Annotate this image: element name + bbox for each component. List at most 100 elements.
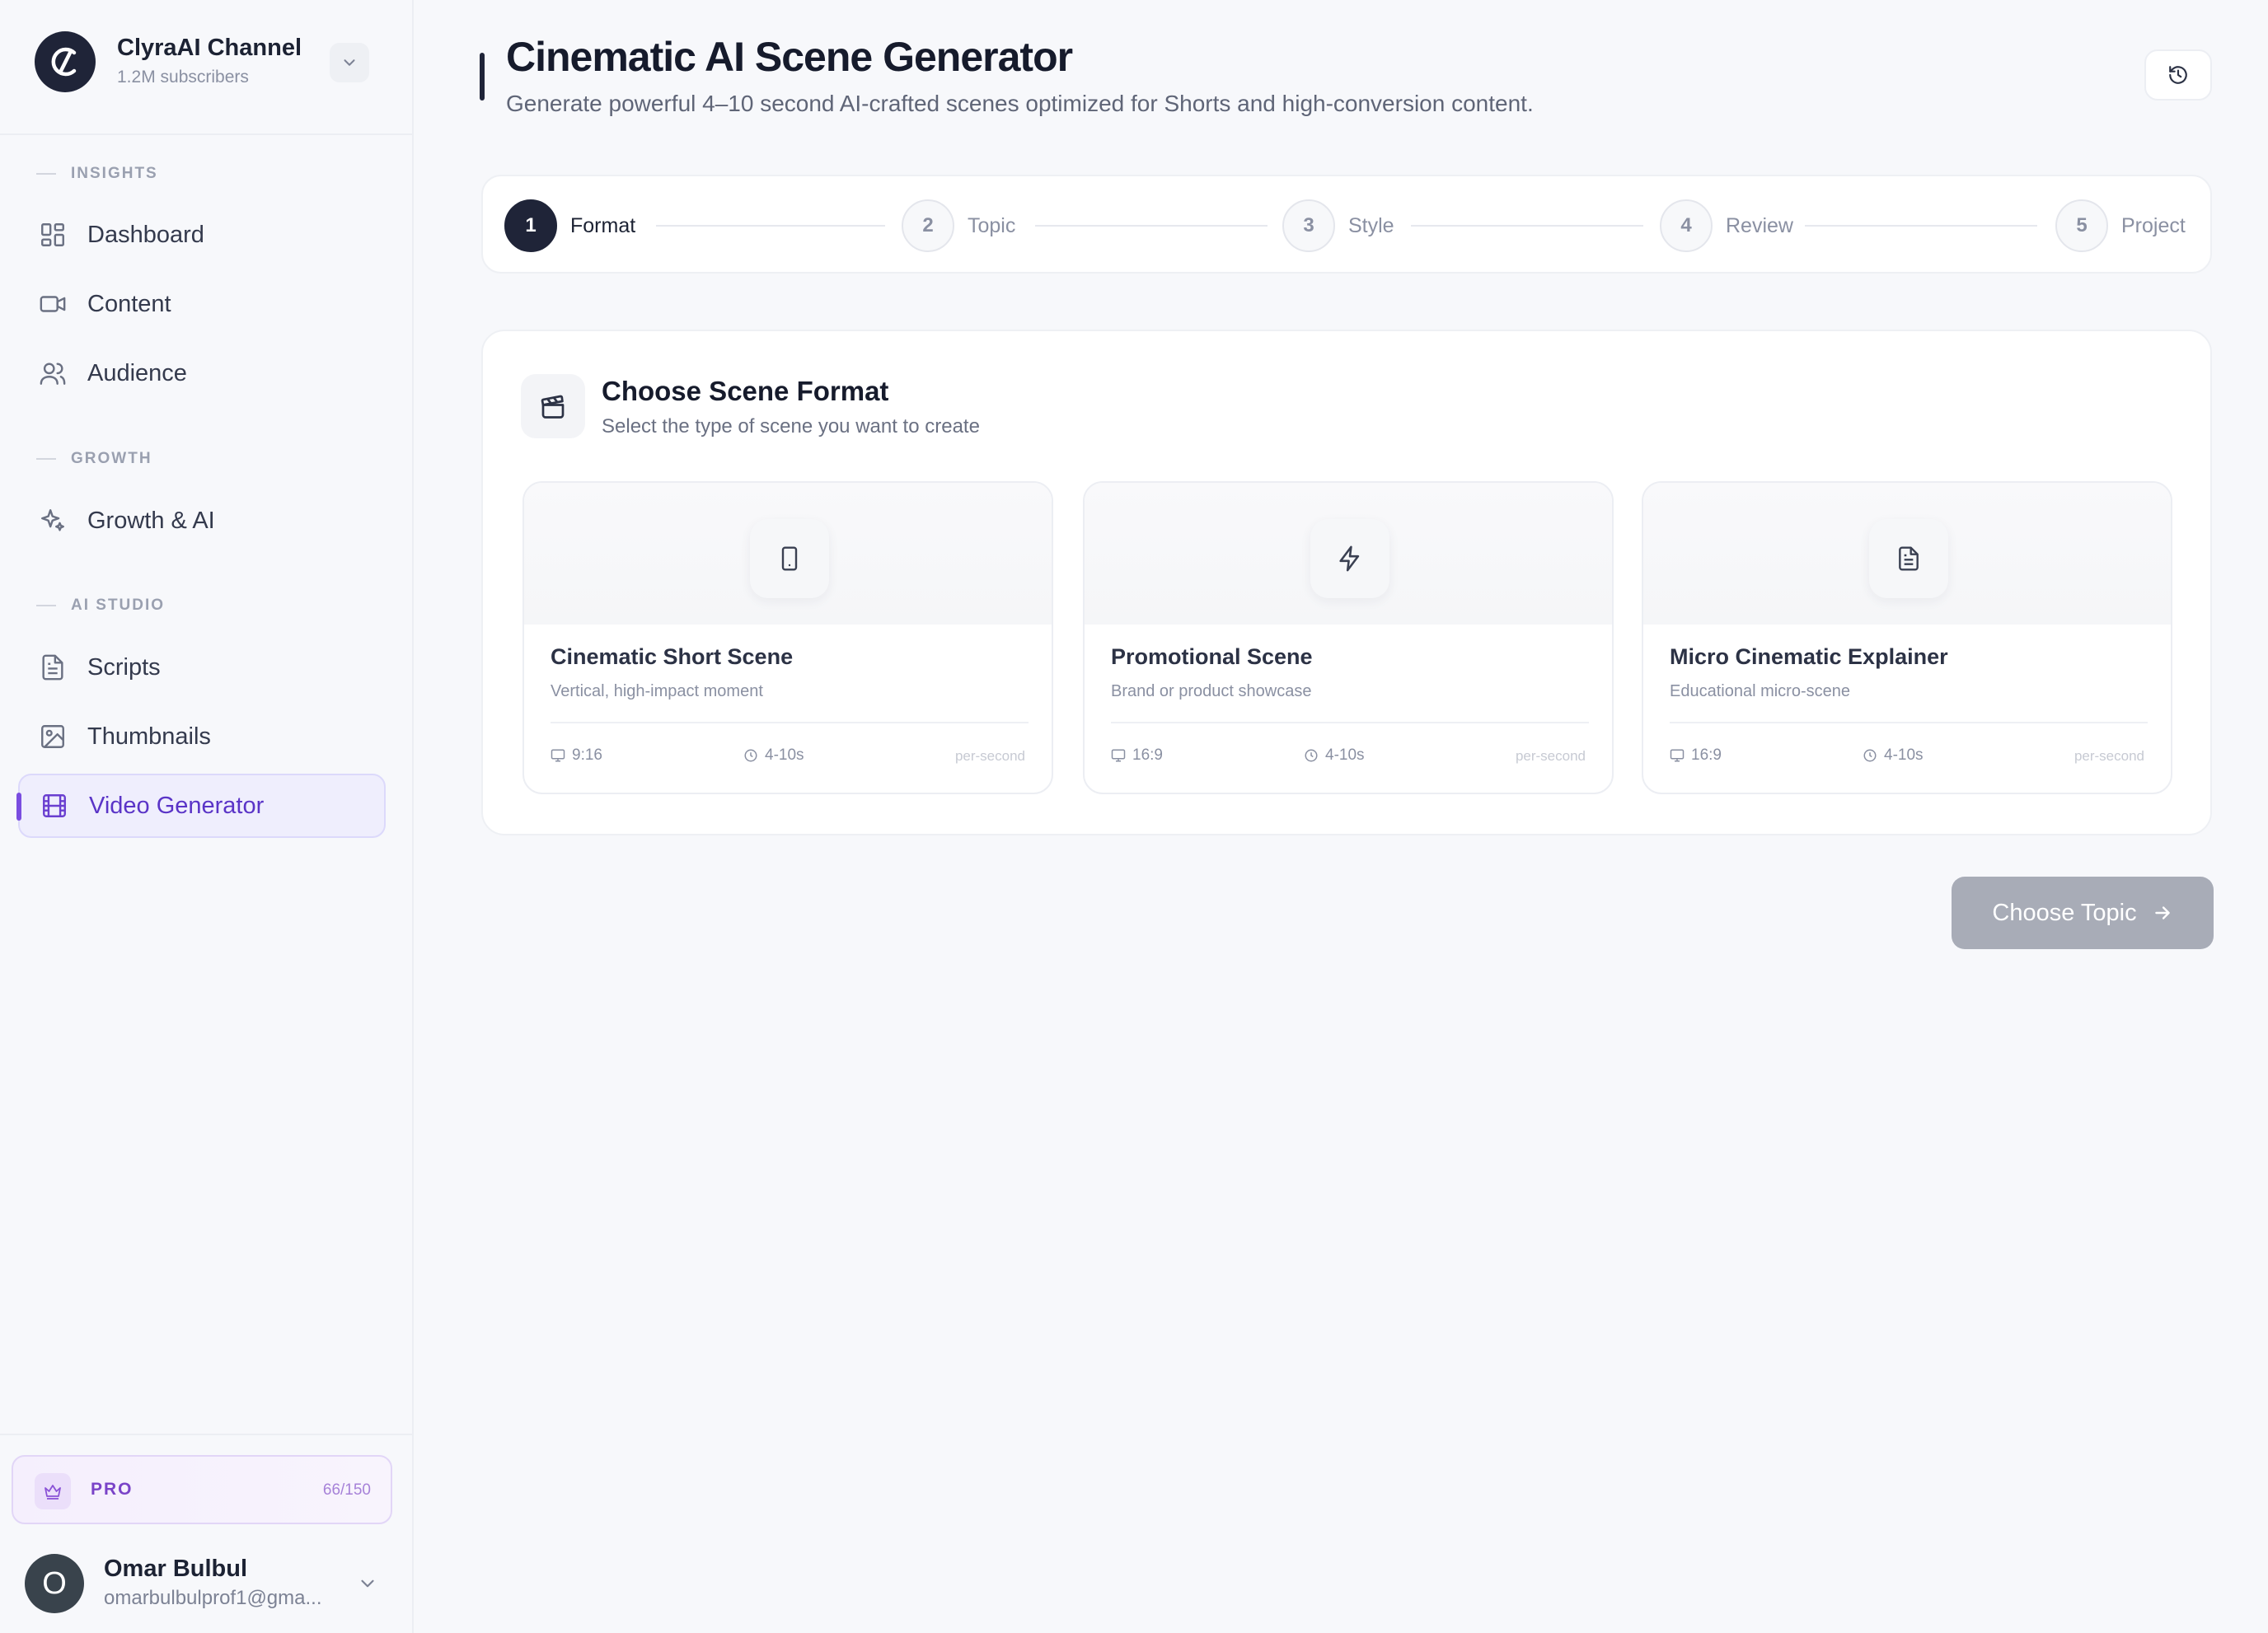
step-connector [1035,225,1268,227]
step-number: 2 [902,199,954,252]
option-description: Brand or product showcase [1111,682,1312,700]
divider [1670,722,2148,723]
chevron-down-icon [344,59,355,66]
section-label-growth: GROWTH [36,450,152,468]
user-menu-button[interactable] [354,1570,381,1597]
sidebar-item-label: Scripts [87,653,161,681]
plan-usage: 66/150 [322,1481,371,1499]
image-icon [38,722,68,751]
step-number: 1 [504,199,557,252]
avatar[interactable]: O [25,1554,84,1613]
plan-label: PRO [91,1480,134,1499]
sidebar-item-label: Video Generator [89,792,265,819]
page-title: Cinematic AI Scene Generator [506,34,1073,80]
duration: 4-10s [743,746,804,765]
monitor-icon [1670,749,1685,762]
channel-switcher[interactable]: ClyraAI Channel 1.2M subscribers [0,0,412,135]
sidebar-item-label: Dashboard [87,221,204,248]
sidebar-item-audience[interactable]: Audience [18,341,386,405]
stepper: 1 Format 2 Topic 3 Style 4 Review 5 Proj… [481,175,2212,274]
arrow-right-icon [2152,902,2173,924]
aspect-ratio: 16:9 [1111,746,1163,765]
pricing-note: per-second [954,748,1025,764]
divider [1111,722,1589,723]
users-icon [38,358,68,388]
button-label: Choose Topic [1992,899,2137,926]
clock-icon [1863,749,1877,762]
step-connector [1411,225,1643,227]
user-name: Omar Bulbul [104,1556,248,1582]
step-topic[interactable]: 2 Topic [902,199,1015,252]
step-connector [656,225,885,227]
document-icon [1869,519,1948,598]
page-subtitle: Generate powerful 4–10 second AI-crafted… [506,91,1534,116]
step-number: 4 [1660,199,1713,252]
user-email: omarbulbulprof1@gma... [104,1587,322,1609]
duration: 4-10s [1863,746,1924,765]
option-description: Educational micro-scene [1670,682,1850,700]
clock-icon [744,749,757,762]
monitor-icon [551,749,565,762]
step-label: Format [570,213,636,237]
smartphone-icon [750,519,829,598]
sidebar-item-video-generator[interactable]: Video Generator [18,774,386,838]
channel-logo [35,31,96,92]
file-text-icon [38,653,68,682]
clock-icon [1305,749,1318,762]
format-option-cinematic-short[interactable]: Cinematic Short Scene Vertical, high-imp… [522,481,1053,794]
step-number: 5 [2055,199,2108,252]
step-review[interactable]: 4 Review [1660,199,1793,252]
channel-name: ClyraAI Channel [117,35,302,61]
history-button[interactable] [2144,49,2212,101]
pricing-note: per-second [1515,748,1586,764]
section-title: Choose Scene Format [602,376,889,406]
step-style[interactable]: 3 Style [1282,199,1394,252]
divider [551,722,1029,723]
section-subtitle: Select the type of scene you want to cre… [602,415,980,437]
plan-card[interactable]: PRO 66/150 [12,1455,392,1524]
history-icon [2169,66,2187,84]
option-description: Vertical, high-impact moment [551,682,763,700]
sidebar-item-content[interactable]: Content [18,272,386,336]
film-icon [40,791,69,821]
lightning-icon [1310,519,1389,598]
format-option-promotional[interactable]: Promotional Scene Brand or product showc… [1083,481,1614,794]
section-label-insights: INSIGHTS [36,165,158,183]
pricing-note: per-second [2074,748,2144,764]
sidebar-item-growth-ai[interactable]: Growth & AI [18,489,386,553]
sidebar: ClyraAI Channel 1.2M subscribers INSIGHT… [0,0,414,1633]
step-label: Project [2121,213,2186,237]
sidebar-item-label: Growth & AI [87,507,215,534]
step-number: 3 [1282,199,1335,252]
sidebar-item-scripts[interactable]: Scripts [18,635,386,700]
step-project[interactable]: 5 Project [2055,199,2186,252]
aspect-ratio: 16:9 [1670,746,1722,765]
clapperboard-icon [521,374,585,438]
title-accent-bar [480,53,485,101]
sparkles-icon [38,506,68,536]
channel-subscribers: 1.2M subscribers [117,68,249,87]
option-name: Cinematic Short Scene [551,644,794,669]
sidebar-item-label: Audience [87,359,187,386]
channel-dropdown-button[interactable] [330,43,369,82]
monitor-icon [1111,749,1126,762]
aspect-ratio: 9:16 [551,746,602,765]
divider [0,1434,412,1435]
chevron-down-icon [361,1579,374,1588]
step-label: Style [1348,213,1394,237]
step-format[interactable]: 1 Format [504,199,635,252]
sidebar-item-thumbnails[interactable]: Thumbnails [18,704,386,769]
format-option-micro-explainer[interactable]: Micro Cinematic Explainer Educational mi… [1642,481,2172,794]
step-label: Topic [968,213,1016,237]
sidebar-item-dashboard[interactable]: Dashboard [18,203,386,267]
section-label-ai-studio: AI STUDIO [36,597,165,615]
duration: 4-10s [1304,746,1365,765]
step-label: Review [1726,213,1793,237]
video-camera-icon [38,289,68,319]
scene-format-panel: Choose Scene Format Select the type of s… [481,330,2212,835]
dashboard-icon [38,220,68,250]
sidebar-item-label: Thumbnails [87,723,211,750]
choose-topic-button[interactable]: Choose Topic [1952,877,2214,949]
sidebar-item-label: Content [87,290,171,317]
step-connector [1805,225,2037,227]
